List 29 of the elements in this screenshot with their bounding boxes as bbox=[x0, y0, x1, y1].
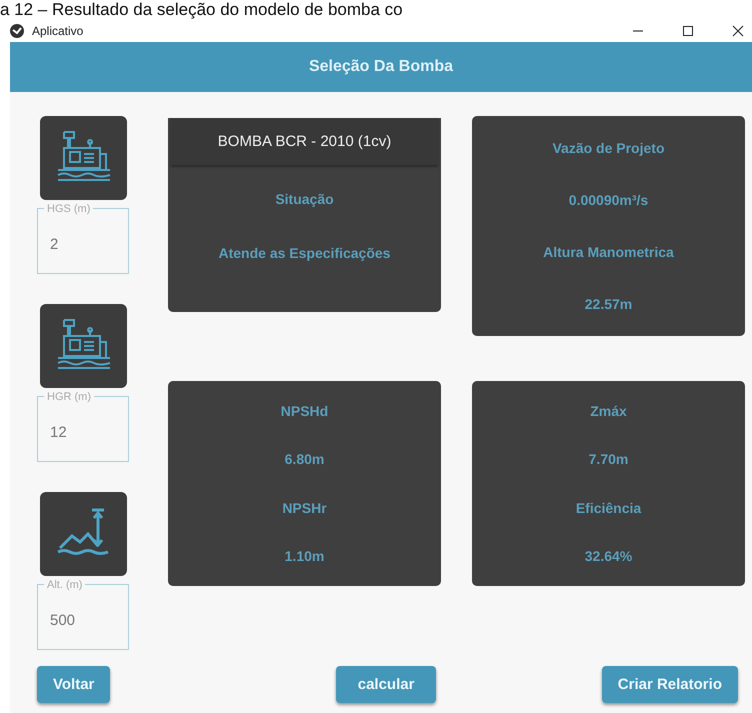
result-text: NPSHr bbox=[282, 500, 327, 516]
result-text: 7.70m bbox=[588, 451, 628, 468]
field-label: HGS (m) bbox=[37, 202, 129, 216]
result-text: Altura Manometrica bbox=[543, 244, 674, 260]
action-button[interactable]: calcular bbox=[336, 666, 436, 702]
result-text: Atende as Especificações bbox=[218, 245, 390, 261]
pump-model-label: BOMBA BCR - 2010 (1cv) bbox=[171, 118, 438, 165]
close-icon[interactable] bbox=[732, 25, 744, 37]
result-text: Eficiência bbox=[576, 500, 642, 516]
result-text: 0.00090m³/s bbox=[568, 192, 648, 208]
result-text: NPSHd bbox=[280, 403, 328, 420]
input-field[interactable]: 2 bbox=[37, 216, 129, 274]
field-label: Alt. (m) bbox=[37, 578, 129, 592]
result-text: 6.80m bbox=[284, 451, 324, 468]
input-field[interactable]: 12 bbox=[37, 404, 129, 462]
input-field[interactable]: 500 bbox=[37, 592, 129, 650]
result-text: Zmáx bbox=[590, 403, 627, 420]
field-label: HGR (m) bbox=[37, 390, 129, 404]
result-text: Vazão de Projeto bbox=[552, 140, 665, 156]
action-button[interactable]: Voltar bbox=[37, 666, 110, 702]
window-title: Aplicativo bbox=[32, 24, 84, 38]
result-text: Situação bbox=[275, 191, 334, 207]
action-button[interactable]: Criar Relatorio bbox=[602, 666, 738, 702]
result-text: 22.57m bbox=[584, 296, 632, 312]
result-text: 32.64% bbox=[584, 548, 632, 564]
result-text: 1.10m bbox=[284, 548, 324, 564]
caption-text: a 12 – Resultado da seleção do modelo de bomba co bbox=[0, 0, 404, 20]
header-title: Seleção Da Bomba bbox=[308, 58, 454, 76]
maximize-icon[interactable] bbox=[682, 25, 694, 37]
